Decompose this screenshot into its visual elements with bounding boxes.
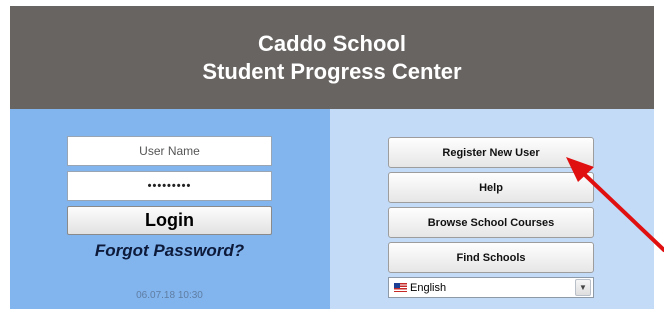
password-field[interactable]: ••••••••• bbox=[67, 171, 272, 201]
datetime-stamp: 06.07.18 10:30 bbox=[136, 290, 203, 301]
page: Caddo School Student Progress Center Use… bbox=[0, 0, 664, 309]
us-flag-icon bbox=[394, 283, 407, 292]
site-title: Student Progress Center bbox=[202, 58, 462, 84]
login-button[interactable]: Login bbox=[67, 206, 272, 235]
language-select[interactable]: English ▼ bbox=[388, 277, 594, 298]
annotation-arrow-icon bbox=[566, 157, 664, 252]
chevron-down-icon[interactable]: ▼ bbox=[575, 279, 591, 296]
username-field[interactable]: User Name bbox=[67, 136, 272, 166]
forgot-password-link[interactable]: Forgot Password? bbox=[67, 241, 272, 261]
school-name: Caddo School bbox=[258, 30, 406, 56]
header-banner: Caddo School Student Progress Center bbox=[10, 6, 654, 109]
language-selected-value: English bbox=[410, 281, 447, 294]
login-panel: User Name ••••••••• Login Forgot Passwor… bbox=[10, 109, 330, 309]
